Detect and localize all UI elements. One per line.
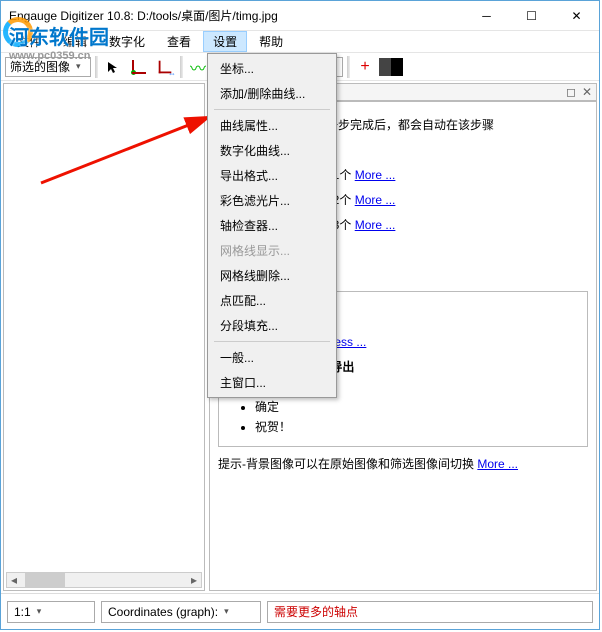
hint-text: 提示-背景图像可以在原始图像和筛选图像间切换 More ... — [218, 455, 588, 472]
dd-coordinates[interactable]: 坐标... — [210, 56, 334, 81]
dd-gridlines-remove[interactable]: 网格线删除... — [210, 263, 334, 288]
menu-view[interactable]: 查看 — [157, 31, 201, 52]
menu-help[interactable]: 帮助 — [249, 31, 293, 52]
more-link[interactable]: More ... — [355, 193, 396, 207]
scale-tool-icon[interactable]: ⇔ — [154, 56, 176, 78]
dd-general[interactable]: 一般... — [210, 345, 334, 370]
dd-gridlines-show: 网格线显示... — [210, 238, 334, 263]
dropdown-separator — [214, 341, 330, 342]
crosshair-tool-icon[interactable]: + — [354, 56, 376, 78]
settings-dropdown: 坐标... 添加/删除曲线... 曲线属性... 数字化曲线... 导出格式..… — [207, 53, 337, 398]
minimize-button[interactable]: ─ — [464, 1, 509, 31]
toolbar-separator — [347, 56, 350, 78]
dd-digitize-curve[interactable]: 数字化曲线... — [210, 138, 334, 163]
list-item: 祝贺！ — [255, 418, 579, 435]
menu-digitize[interactable]: 数字化 — [99, 31, 155, 52]
undock-icon[interactable]: ◻ — [566, 85, 576, 99]
scrollbar-thumb[interactable] — [25, 573, 65, 587]
status-bar: 1:1 ▾ Coordinates (graph): ▾ 需要更多的轴点 — [1, 593, 599, 629]
more-link[interactable]: More ... — [477, 457, 518, 471]
horizontal-scrollbar[interactable]: ◂ ▸ — [6, 572, 202, 588]
color-tool-icon[interactable] — [380, 56, 402, 78]
coord-mode-label: Coordinates (graph): — [108, 605, 218, 619]
chevron-down-icon: ▾ — [76, 61, 81, 72]
dd-export-format[interactable]: 导出格式... — [210, 163, 334, 188]
curve-tool-icon[interactable]: 〰 — [187, 56, 209, 78]
app-window: Engauge Digitizer 10.8: D:/tools/桌面/图片/t… — [0, 0, 600, 630]
menu-bar: 文件 编辑 数字化 查看 设置 帮助 — [1, 31, 599, 53]
filter-image-combo[interactable]: 筛选的图像 ▾ — [5, 57, 91, 77]
chevron-down-icon: ▾ — [224, 606, 229, 617]
dropdown-separator — [214, 109, 330, 110]
menu-edit[interactable]: 编辑 — [53, 31, 97, 52]
maximize-button[interactable]: ☐ — [509, 1, 554, 31]
dd-curve-properties[interactable]: 曲线属性... — [210, 113, 334, 138]
axis-point-tool-icon[interactable] — [128, 56, 150, 78]
window-title: Engauge Digitizer 10.8: D:/tools/桌面/图片/t… — [9, 7, 464, 24]
title-bar: Engauge Digitizer 10.8: D:/tools/桌面/图片/t… — [1, 1, 599, 31]
dd-main-window[interactable]: 主窗口... — [210, 370, 334, 395]
scroll-right-icon[interactable]: ▸ — [187, 573, 201, 587]
status-text: 需要更多的轴点 — [274, 603, 358, 620]
dd-segment-fill[interactable]: 分段填充... — [210, 313, 334, 338]
coord-mode-combo[interactable]: Coordinates (graph): ▾ — [101, 601, 261, 623]
dd-add-remove-curve[interactable]: 添加/删除曲线... — [210, 81, 334, 106]
dd-point-match[interactable]: 点匹配... — [210, 288, 334, 313]
toolbar-separator — [95, 56, 98, 78]
zoom-value: 1:1 — [14, 605, 31, 619]
zoom-combo[interactable]: 1:1 ▾ — [7, 601, 95, 623]
watermark-logo-icon — [3, 17, 33, 47]
toolbar-separator — [180, 56, 183, 78]
pointer-tool-icon[interactable] — [102, 56, 124, 78]
filter-image-label: 筛选的图像 — [10, 58, 70, 75]
dd-axis-checker[interactable]: 轴检查器... — [210, 213, 334, 238]
image-canvas-panel[interactable]: ◂ ▸ — [3, 83, 205, 591]
list-item: 确定 — [255, 398, 579, 415]
close-button[interactable]: ✕ — [554, 1, 599, 31]
more-link[interactable]: More ... — [355, 168, 396, 182]
more-link[interactable]: More ... — [355, 218, 396, 232]
dd-color-filter[interactable]: 彩色滤光片... — [210, 188, 334, 213]
panel-close-icon[interactable]: ✕ — [582, 85, 592, 99]
status-readout: 需要更多的轴点 — [267, 601, 593, 623]
menu-settings[interactable]: 设置 — [203, 31, 247, 52]
scroll-left-icon[interactable]: ◂ — [7, 573, 21, 587]
chevron-down-icon: ▾ — [37, 606, 42, 617]
